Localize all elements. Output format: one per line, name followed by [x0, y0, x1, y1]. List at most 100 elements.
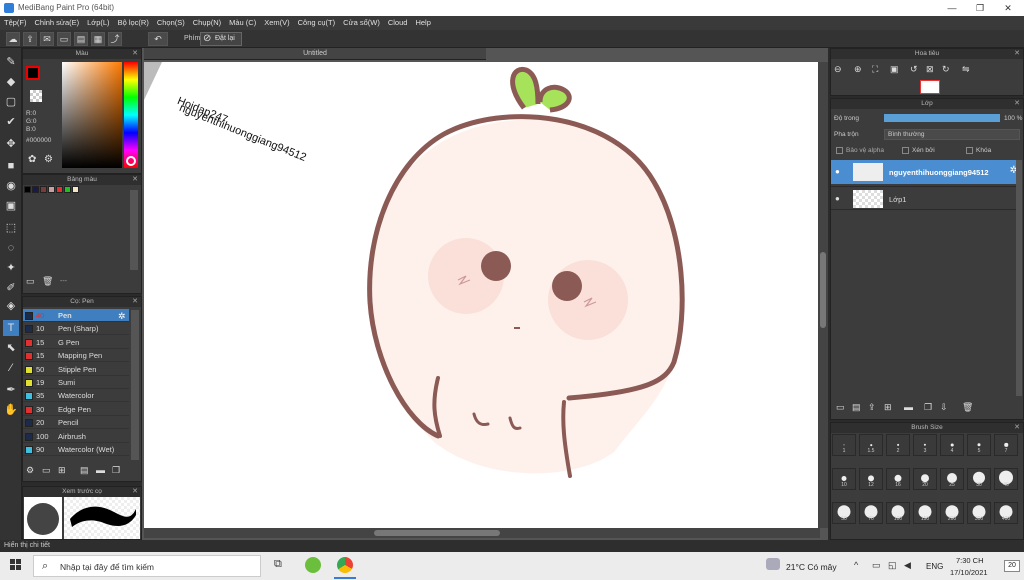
- gradient-tool-icon[interactable]: ▣: [3, 198, 19, 214]
- brush-size-option[interactable]: 400: [994, 502, 1018, 524]
- h-scroll-thumb[interactable]: [374, 530, 500, 536]
- rotate-left-icon[interactable]: ↺: [910, 64, 918, 75]
- brush-size-option[interactable]: 2: [886, 434, 910, 456]
- drawing-canvas[interactable]: nguyenthihuonggiang94512 Hoidap247: [144, 62, 818, 528]
- lasso-tool-icon[interactable]: ◌: [3, 240, 19, 256]
- move-tool-icon[interactable]: ✥: [3, 136, 19, 152]
- divide-tool-icon[interactable]: ⁄: [3, 360, 19, 376]
- palette-swatch[interactable]: [56, 186, 63, 193]
- close-icon[interactable]: ✕: [1014, 99, 1020, 109]
- merge-layer-icon[interactable]: ⇩: [940, 402, 948, 413]
- magic-wand-icon[interactable]: ✦: [3, 260, 19, 276]
- message-icon[interactable]: ▭: [57, 32, 71, 46]
- clock-date[interactable]: 17/10/2021: [950, 568, 988, 577]
- brush-item[interactable]: 100 Airbrush: [23, 430, 129, 443]
- close-icon[interactable]: ✕: [1014, 423, 1020, 433]
- menu-select[interactable]: Chọn(S): [153, 16, 189, 27]
- menu-tools[interactable]: Công cụ(T): [294, 16, 340, 27]
- layer-scrollbar[interactable]: [1016, 160, 1022, 396]
- menu-cloud[interactable]: Cloud: [384, 16, 412, 27]
- new-layer-icon[interactable]: ▭: [836, 402, 845, 413]
- new-halftone-layer-icon[interactable]: ▤: [852, 402, 861, 413]
- clip-checkbox[interactable]: [902, 147, 909, 154]
- delete-layer-icon[interactable]: 🗑: [962, 402, 973, 413]
- document-icon[interactable]: ▤: [74, 32, 88, 46]
- language-indicator[interactable]: ENG: [926, 562, 943, 571]
- actual-size-icon[interactable]: ▣: [890, 64, 899, 75]
- brush-size-option[interactable]: 7: [994, 434, 1018, 456]
- reset-view-icon[interactable]: ⊠: [926, 64, 934, 75]
- zoom-out-icon[interactable]: ⊖: [834, 64, 842, 75]
- menu-file[interactable]: Tệp(F): [0, 16, 31, 27]
- palette-swatch[interactable]: [40, 186, 47, 193]
- folder-icon[interactable]: ▬: [904, 402, 913, 412]
- chrome-icon[interactable]: [337, 557, 353, 573]
- brush-size-option[interactable]: 5: [967, 434, 991, 456]
- grid-icon[interactable]: ▦: [91, 32, 105, 46]
- protect-alpha-checkbox[interactable]: [836, 147, 843, 154]
- brush-item[interactable]: 40 Pen: [23, 309, 129, 322]
- menu-window[interactable]: Cửa sổ(W): [339, 16, 384, 27]
- brush-size-option[interactable]: 70: [859, 502, 883, 524]
- picker-icon[interactable]: ⚙: [44, 154, 53, 165]
- hand-tool-icon[interactable]: ✋: [3, 402, 19, 418]
- zoom-in-icon[interactable]: ⊕: [854, 64, 862, 75]
- bucket-tool-icon[interactable]: ◉: [3, 178, 19, 194]
- operation-tool-icon[interactable]: ⬉: [3, 340, 19, 356]
- close-icon[interactable]: ✕: [1014, 49, 1020, 59]
- flip-icon[interactable]: ⇋: [962, 64, 970, 75]
- reset-button[interactable]: ⊘ Đặt lại: [200, 32, 242, 46]
- text-tool-icon[interactable]: T: [3, 320, 19, 336]
- blend-mode-select[interactable]: Bình thường: [884, 129, 1020, 140]
- brush-item[interactable]: 20 Pencil: [23, 416, 129, 430]
- menu-color[interactable]: Màu (C): [225, 16, 260, 27]
- eye-icon[interactable]: ●: [835, 167, 840, 176]
- folder-icon[interactable]: ▬: [96, 465, 105, 475]
- lock-checkbox[interactable]: [966, 147, 973, 154]
- eye-icon[interactable]: ●: [835, 194, 840, 203]
- brush-size-option[interactable]: 40: [994, 468, 1018, 490]
- brush-item[interactable]: 50 Stipple Pen: [23, 363, 129, 376]
- palette-swatch[interactable]: [24, 186, 31, 193]
- palette-swatch[interactable]: [72, 186, 79, 193]
- menu-filter[interactable]: Bộ lọc(R): [114, 16, 153, 27]
- brush-scrollbar[interactable]: [131, 310, 139, 460]
- maximize-button[interactable]: ❐: [966, 0, 994, 16]
- brush-size-option[interactable]: 50: [832, 502, 856, 524]
- new-palette-icon[interactable]: ▭: [26, 276, 35, 287]
- brush-size-option[interactable]: 30: [967, 468, 991, 490]
- brush-tool-icon[interactable]: ✎: [3, 54, 19, 70]
- brush-item[interactable]: 90 Watercolor (Wet): [23, 443, 129, 456]
- opacity-slider[interactable]: [884, 114, 1000, 122]
- windows-start-icon[interactable]: [10, 559, 22, 571]
- brush-size-option[interactable]: 200: [940, 502, 964, 524]
- app-taskbar-icon[interactable]: [305, 557, 321, 573]
- palette-icon[interactable]: ✿: [28, 154, 36, 165]
- export-icon[interactable]: ⤴: [108, 32, 122, 46]
- brush-doc-icon[interactable]: ▤: [80, 465, 89, 476]
- volume-icon[interactable]: ◀: [904, 560, 911, 571]
- pen-check-icon[interactable]: ✔: [3, 114, 19, 130]
- add-layer-menu-icon[interactable]: ⊞: [884, 402, 892, 413]
- select-eraser-icon[interactable]: ◈: [3, 298, 19, 314]
- saturation-value-picker[interactable]: [62, 62, 122, 168]
- close-icon[interactable]: ✕: [132, 487, 138, 497]
- brush-size-option[interactable]: 12: [859, 468, 883, 490]
- menu-help[interactable]: Help: [411, 16, 434, 27]
- gear-icon[interactable]: ✲: [118, 311, 126, 322]
- task-view-icon[interactable]: ⧉: [274, 558, 282, 571]
- rotate-right-icon[interactable]: ↻: [942, 64, 950, 75]
- brush-size-option[interactable]: 16: [886, 468, 910, 490]
- upload-icon[interactable]: ⇪: [23, 32, 37, 46]
- eraser-tool-icon[interactable]: ◆: [3, 74, 19, 90]
- rect-tool-icon[interactable]: ▢: [3, 94, 19, 110]
- layer-row-text[interactable]: ● nguyenthihuonggiang94512 ✲: [831, 160, 1020, 184]
- chevron-up-icon[interactable]: ^: [854, 560, 858, 570]
- layer-row-base[interactable]: ● Lớp1: [831, 186, 1020, 210]
- brush-size-option[interactable]: 100: [886, 502, 910, 524]
- battery-icon[interactable]: ▭: [872, 560, 881, 571]
- fill-rect-icon[interactable]: ■: [3, 158, 19, 174]
- brush-size-option[interactable]: 25: [940, 468, 964, 490]
- close-icon[interactable]: ✕: [132, 49, 138, 59]
- menu-view[interactable]: Xem(V): [260, 16, 293, 27]
